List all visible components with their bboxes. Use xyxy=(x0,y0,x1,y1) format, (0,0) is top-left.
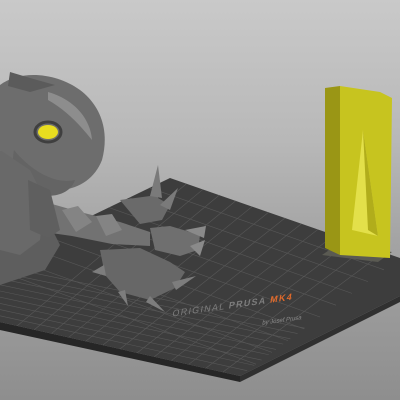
model-claw-talon-1 xyxy=(150,165,162,198)
model-eye xyxy=(38,125,58,139)
wipe-tower[interactable] xyxy=(322,86,392,262)
3d-viewport[interactable]: ORIGINAL PRUSA MK4 by Josef Prusa xyxy=(0,0,400,400)
wipe-tower-front xyxy=(325,86,340,255)
3d-scene[interactable] xyxy=(0,0,400,400)
